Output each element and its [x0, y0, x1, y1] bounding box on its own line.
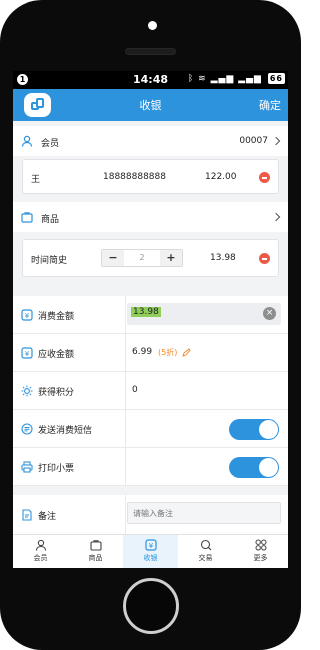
member-number: 00007 — [239, 136, 268, 146]
wifi-icon: ≋ — [198, 74, 207, 84]
remark-label: 备注 — [38, 512, 57, 522]
phone-frame: 1 14:48 ᛒ ≋ ▂▄▆ ▂▄▆ 66 收银 确定 会员 00007 王 … — [0, 0, 301, 650]
product-label: 商品 — [41, 215, 60, 225]
receivable-amount-label: 应收金额 — [38, 350, 75, 360]
svg-text:¥: ¥ — [25, 350, 30, 358]
tab-label: 商品 — [88, 554, 103, 562]
tab-transactions[interactable]: 交易 — [178, 535, 233, 568]
home-button[interactable] — [123, 578, 179, 634]
app-header: 收银 确定 — [13, 89, 288, 121]
consume-amount-row: ¥ 消费金额 13.98 × — [13, 296, 288, 334]
svg-text:¥: ¥ — [25, 312, 30, 320]
points-value: 0 — [132, 385, 138, 395]
points-row: 获得积分 0 — [13, 372, 288, 410]
signal-icon-2: ▂▄▆ — [238, 74, 262, 84]
remark-input[interactable] — [127, 502, 281, 524]
member-row[interactable]: 会员 00007 — [13, 126, 288, 156]
svg-text:¥: ¥ — [148, 542, 153, 550]
remove-product-icon[interactable] — [259, 253, 270, 264]
product-name: 时间简史 — [31, 256, 68, 266]
quantity-value[interactable]: 2 — [124, 250, 160, 266]
member-phone: 18888888888 — [103, 172, 166, 182]
edit-icon[interactable] — [182, 348, 191, 357]
consume-amount-label: 消费金额 — [38, 312, 75, 322]
tab-more[interactable]: 更多 — [233, 535, 288, 568]
member-name: 王 — [31, 175, 41, 185]
message-icon — [21, 423, 33, 435]
member-label: 会员 — [41, 139, 60, 149]
remark-row: 备注 — [13, 495, 288, 534]
bluetooth-icon: ᛒ — [187, 74, 195, 84]
page-title: 收银 — [139, 99, 162, 112]
sun-icon — [21, 385, 33, 397]
system-indicators: ᛒ ≋ ▂▄▆ ▂▄▆ 66 — [188, 73, 285, 84]
bag-icon — [89, 540, 102, 551]
printer-icon — [21, 461, 33, 473]
send-sms-toggle[interactable] — [229, 419, 279, 440]
yen-icon: ¥ — [21, 309, 33, 321]
print-receipt-label: 打印小票 — [38, 464, 75, 474]
receivable-amount-value: 6.99 — [132, 347, 153, 357]
front-camera — [148, 21, 157, 30]
bottom-tab-bar: 会员 商品 ¥ 收银 交易 更多 — [13, 534, 288, 568]
yen-icon: ¥ — [21, 347, 33, 359]
product-price: 13.98 — [210, 253, 236, 263]
member-amount: 122.00 — [205, 172, 237, 182]
battery-icon: 66 — [267, 73, 285, 84]
search-icon — [200, 539, 211, 551]
confirm-button[interactable]: 确定 — [259, 97, 281, 113]
person-icon — [35, 539, 46, 551]
earpiece-speaker — [125, 48, 176, 55]
member-card[interactable]: 王 18888888888 122.00 — [22, 159, 279, 194]
tab-label: 交易 — [198, 554, 213, 562]
decrease-button[interactable]: − — [102, 250, 124, 266]
consume-amount-value: 13.98 — [131, 307, 161, 317]
remove-member-icon[interactable] — [259, 172, 270, 183]
clear-icon[interactable]: × — [263, 307, 276, 320]
note-icon — [22, 509, 32, 521]
chevron-right-icon — [271, 212, 281, 222]
print-receipt-row: 打印小票 — [13, 448, 288, 486]
tab-label: 会员 — [33, 554, 48, 562]
print-receipt-toggle[interactable] — [229, 457, 279, 478]
tab-label: 收银 — [143, 554, 158, 562]
app-screen: 1 14:48 ᛒ ≋ ▂▄▆ ▂▄▆ 66 收银 确定 会员 00007 王 … — [13, 71, 288, 568]
receivable-amount-row: ¥ 应收金额 6.99 (5折) — [13, 334, 288, 372]
bag-icon — [21, 212, 33, 223]
product-row[interactable]: 商品 — [13, 202, 288, 232]
product-card: 时间简史 − 2 + 13.98 — [22, 239, 279, 277]
signal-icon: ▂▄▆ — [210, 74, 235, 84]
points-label: 获得积分 — [38, 388, 75, 398]
person-icon — [21, 135, 33, 147]
grid-icon — [255, 539, 267, 551]
tab-cashier[interactable]: ¥ 收银 — [123, 535, 178, 568]
status-bar: 1 14:48 ᛒ ≋ ▂▄▆ ▂▄▆ 66 — [13, 71, 288, 89]
chevron-right-icon — [271, 136, 281, 146]
yen-icon: ¥ — [144, 539, 157, 551]
send-sms-label: 发送消费短信 — [38, 426, 93, 436]
discount-label: (5折) — [158, 348, 178, 357]
quantity-stepper: − 2 + — [101, 249, 183, 267]
tab-product[interactable]: 商品 — [68, 535, 123, 568]
increase-button[interactable]: + — [160, 250, 182, 266]
send-sms-row: 发送消费短信 — [13, 410, 288, 448]
consume-amount-input[interactable]: 13.98 × — [127, 303, 281, 325]
tab-label: 更多 — [253, 554, 268, 562]
tab-member[interactable]: 会员 — [13, 535, 68, 568]
